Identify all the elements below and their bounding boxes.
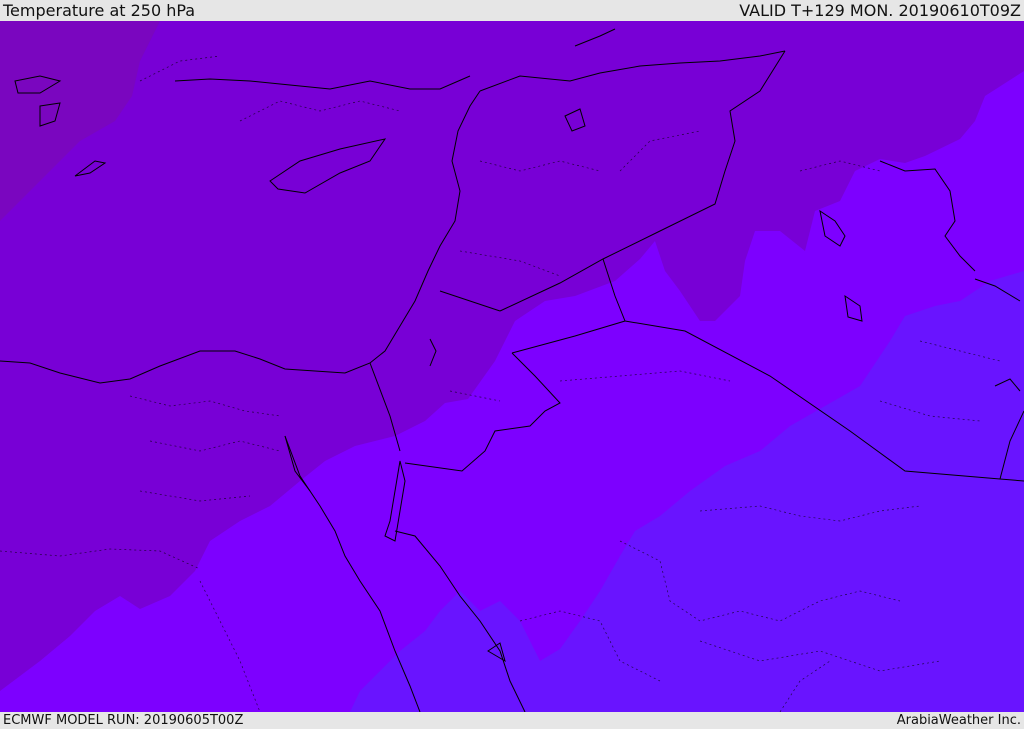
model-run: ECMWF MODEL RUN: 20190605T00Z bbox=[3, 713, 244, 728]
credit: ArabiaWeather Inc. bbox=[896, 713, 1021, 728]
valid-time: VALID T+129 MON. 20190610T09Z bbox=[739, 1, 1021, 20]
map-title: Temperature at 250 hPa bbox=[3, 1, 196, 20]
header-bar: Temperature at 250 hPa VALID T+129 MON. … bbox=[0, 0, 1024, 21]
temperature-map[interactable] bbox=[0, 21, 1024, 712]
footer-bar: ECMWF MODEL RUN: 20190605T00Z ArabiaWeat… bbox=[0, 712, 1024, 729]
